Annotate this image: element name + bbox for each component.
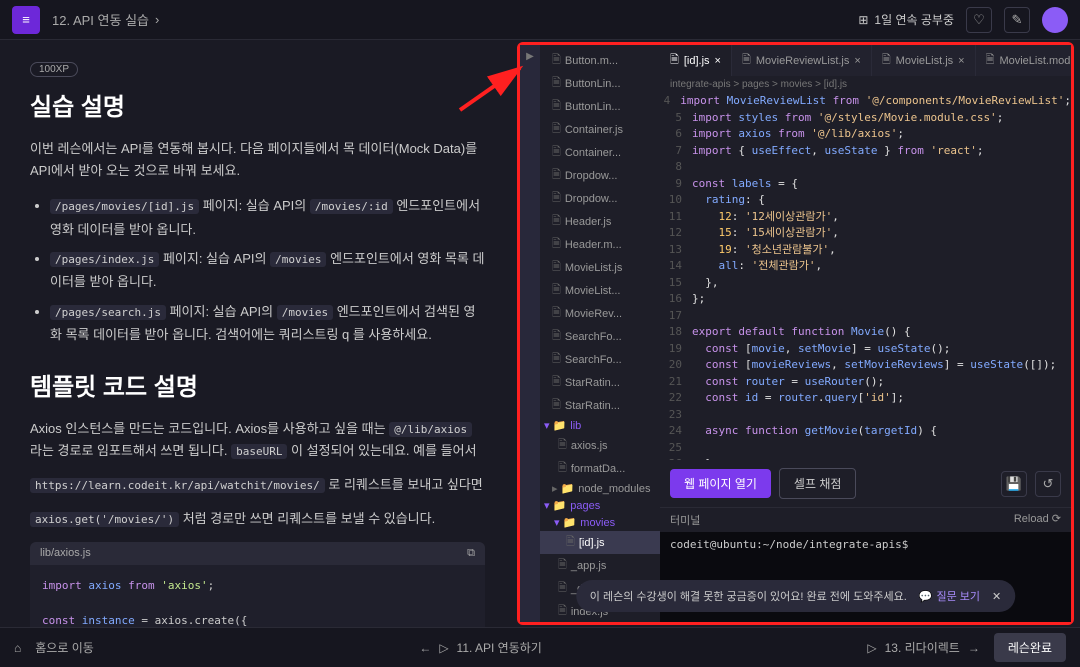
view-questions-link[interactable]: 💬 질문 보기 [919,588,980,604]
help-toast: 이 레슨의 수강생이 해결 못한 궁금증이 있어요! 완료 전에 도와주세요. … [576,580,1015,612]
play-icon: ▷ [439,641,448,655]
grid-icon: ⊞ [858,13,868,27]
editor-breadcrumb: integrate-apis > pages > movies > [id].j… [660,76,1071,93]
copy-icon[interactable]: ⧉ [467,547,475,560]
file-item[interactable]: 🗎 formatDa... [540,457,660,480]
close-icon[interactable]: × [854,55,860,67]
lesson-heading: 실습 설명 [30,87,485,122]
file-explorer[interactable]: 🗎 Button.m...🗎 ButtonLin...🗎 ButtonLin..… [540,45,660,622]
folder-lib[interactable]: ▾ 📁 lib [540,417,660,434]
file-item[interactable]: 🗎 Dropdow... [540,164,660,187]
bullet-item: /pages/index.js 페이지: 실습 API의 /movies 엔드포… [50,247,485,294]
intro-paragraph: 이번 레슨에서는 API를 연동해 봅시다. 다음 페이지들에서 목 데이터(M… [30,138,485,182]
bullet-item: /pages/movies/[id].js 페이지: 실습 API의 /movi… [50,194,485,241]
study-streak: ⊞ 1일 연속 공부중 [858,11,954,28]
home-icon[interactable]: ⌂ [14,641,21,655]
folder-movies[interactable]: ▾ 📁 movies [540,514,660,531]
play-icon: ▷ [867,641,876,655]
editor-tabs: 🗎[id].js×🗎MovieReviewList.js×🗎MovieList.… [660,45,1071,76]
section-heading: 템플릿 코드 설명 [30,367,485,402]
file-item[interactable]: 🗎 MovieList... [540,279,660,302]
history-icon[interactable]: ↺ [1035,471,1061,497]
template-desc: Axios 인스턴스를 만드는 코드입니다. Axios를 사용하고 싶을 때는… [30,418,485,462]
lesson-complete-button[interactable]: 레슨완료 [994,633,1066,662]
prev-arrow-icon[interactable]: ← [419,641,431,655]
folder-node-modules[interactable]: ▸ 📁 node_modules [540,480,660,497]
toast-message: 이 레슨의 수강생이 해결 못한 궁금증이 있어요! 완료 전에 도와주세요. [590,588,907,604]
file-item[interactable]: 🗎 Container.js [540,118,660,141]
close-icon[interactable]: × [958,55,964,67]
avatar[interactable] [1042,7,1068,33]
home-link[interactable]: 홈으로 이동 [35,639,94,656]
terminal-prompt: codeit@ubuntu:~/node/integrate-apis$ [670,538,908,551]
file-item[interactable]: 🗎 SearchFo... [540,325,660,348]
save-icon[interactable]: 💾 [1001,471,1027,497]
file-item[interactable]: 🗎 StarRatin... [540,394,660,417]
code-filename: lib/axios.js [40,547,91,560]
xp-badge: 100XP [30,62,78,77]
next-lesson[interactable]: 13. 리다이렉트 [885,639,960,656]
lesson-title: 12. API 연동 실습 [52,10,149,29]
bookmark-button[interactable]: ♡ [966,7,992,33]
next-arrow-icon[interactable]: → [968,641,980,655]
open-webpage-button[interactable]: 웹 페이지 열기 [670,469,771,498]
self-grade-button[interactable]: 셀프 채점 [779,468,857,499]
file-item[interactable]: 🗎 SearchFo... [540,348,660,371]
lesson-content: 100XP 실습 설명 이번 레슨에서는 API를 연동해 봅시다. 다음 페이… [0,40,515,627]
file-item[interactable]: 🗎 ButtonLin... [540,72,660,95]
editor-sidepanel[interactable]: ▶ [520,45,540,622]
file-item[interactable]: 🗎 axios.js [540,434,660,457]
close-icon[interactable]: ✕ [992,590,1001,603]
prev-lesson[interactable]: 11. API 연동하기 [457,639,542,656]
logo[interactable]: ≡ [12,6,40,34]
editor-tab[interactable]: 🗎MovieReviewList.js× [732,45,872,76]
file-item[interactable]: 🗎 Button.m... [540,49,660,72]
reload-button[interactable]: Reload ⟳ [1014,512,1061,528]
chevron-right-icon: › [155,12,159,27]
terminal-label: 터미널 [670,512,700,528]
folder-pages[interactable]: ▾ 📁 pages [540,497,660,514]
code-sample: lib/axios.js ⧉ import axios from 'axios'… [30,542,485,627]
close-icon[interactable]: × [715,55,721,67]
editor-tab[interactable]: 🗎MovieList.module.css× [976,45,1071,76]
edit-button[interactable]: ✎ [1004,7,1030,33]
file-item[interactable]: 🗎 Header.js [540,210,660,233]
file-item[interactable]: 🗎 Container... [540,141,660,164]
file-item[interactable]: 🗎 _app.js [540,554,660,577]
file-item[interactable]: 🗎 ButtonLin... [540,95,660,118]
bullet-item: /pages/search.js 페이지: 실습 API의 /movies 엔드… [50,300,485,347]
code-editor[interactable]: 4import MovieReviewList from '@/componen… [660,93,1071,460]
file-item[interactable]: 🗎 MovieRev... [540,302,660,325]
file-item[interactable]: 🗎 MovieList.js [540,256,660,279]
file-item[interactable]: 🗎 Dropdow... [540,187,660,210]
file-item[interactable]: 🗎 StarRatin... [540,371,660,394]
editor-tab[interactable]: 🗎MovieList.js× [872,45,976,76]
file-item[interactable]: 🗎 [id].js [540,531,660,554]
file-item[interactable]: 🗎 Header.m... [540,233,660,256]
editor-tab[interactable]: 🗎[id].js× [660,45,732,76]
